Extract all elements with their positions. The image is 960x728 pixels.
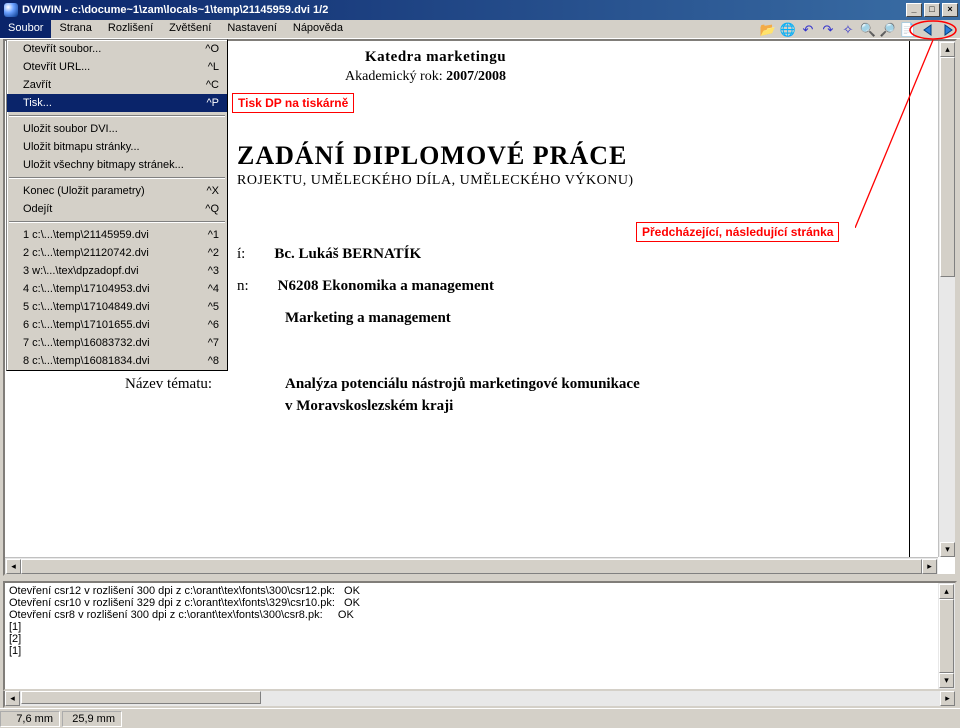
scroll-thumb[interactable] bbox=[21, 691, 261, 704]
menu-soubor[interactable]: Soubor bbox=[0, 20, 51, 38]
topic-label: Název tématu: bbox=[125, 376, 212, 393]
log-line: [1] bbox=[9, 621, 951, 633]
redo-icon[interactable]: ↷ bbox=[820, 22, 836, 38]
menu-napoveda[interactable]: Nápověda bbox=[285, 20, 351, 38]
close-button[interactable]: × bbox=[942, 3, 958, 17]
menu-rozliseni[interactable]: Rozlišení bbox=[100, 20, 161, 38]
horizontal-scrollbar[interactable]: ◂ ▸ bbox=[5, 557, 938, 574]
minimize-button[interactable]: _ bbox=[906, 3, 922, 17]
maximize-button[interactable]: □ bbox=[924, 3, 940, 17]
scroll-right-button[interactable]: ▸ bbox=[940, 691, 955, 706]
scroll-thumb[interactable] bbox=[939, 599, 954, 673]
page-edge bbox=[909, 41, 910, 574]
mi-save-all-bitmaps[interactable]: Uložit všechny bitmapy stránek... bbox=[7, 156, 227, 174]
scroll-up-button[interactable]: ▴ bbox=[939, 584, 954, 599]
mi-recent-2[interactable]: 2 c:\...\temp\21120742.dvi^2 bbox=[7, 244, 227, 262]
prev-page-icon[interactable] bbox=[920, 22, 936, 38]
topic-value-1: Analýza potenciálu nástrojů marketingové… bbox=[285, 376, 640, 393]
mi-recent-6[interactable]: 6 c:\...\temp\17101655.dvi^6 bbox=[7, 316, 227, 334]
doc-title: ZADÁNÍ DIPLOMOVÉ PRÁCE bbox=[237, 141, 627, 171]
log-scrollbar-v[interactable]: ▴ ▾ bbox=[938, 583, 955, 689]
separator bbox=[9, 221, 225, 223]
mi-save-bitmap[interactable]: Uložit bitmapu stránky... bbox=[7, 138, 227, 156]
mi-recent-7[interactable]: 7 c:\...\temp\16083732.dvi^7 bbox=[7, 334, 227, 352]
scroll-down-button[interactable]: ▾ bbox=[940, 542, 955, 557]
doc-row-2: n: N6208 Ekonomika a management bbox=[237, 278, 494, 295]
page-icon[interactable]: 📄 bbox=[900, 22, 916, 38]
window-title: DVIWIN - c:\docume~1\zam\locals~1\temp\2… bbox=[22, 4, 328, 16]
log-line: [2] bbox=[9, 633, 951, 645]
mi-open-file[interactable]: Otevřít soubor...^O bbox=[7, 40, 227, 58]
open-icon[interactable]: 📂 bbox=[760, 22, 776, 38]
status-y: 25,9 mm bbox=[62, 711, 122, 727]
file-menu-dropdown: Otevřít soubor...^O Otevřít URL...^L Zav… bbox=[6, 39, 228, 371]
toolbar: 📂 🌐 ↶ ↷ ✧ 🔍 🔎 📄 bbox=[760, 20, 956, 39]
menu-strana[interactable]: Strana bbox=[51, 20, 99, 38]
mi-close[interactable]: Zavřít^C bbox=[7, 76, 227, 94]
log-scrollbar-h[interactable]: ◂ ▸ bbox=[3, 691, 957, 708]
scroll-right-button[interactable]: ▸ bbox=[922, 559, 937, 574]
topic-value-2: v Moravskoslezském kraji bbox=[285, 398, 453, 415]
log-line: Otevření csr10 v rozlišení 329 dpi z c:\… bbox=[9, 597, 951, 609]
mi-recent-5[interactable]: 5 c:\...\temp\17104849.dvi^5 bbox=[7, 298, 227, 316]
menu-zvetseni[interactable]: Zvětšení bbox=[161, 20, 219, 38]
log-line: [1] bbox=[9, 645, 951, 657]
next-page-icon[interactable] bbox=[940, 22, 956, 38]
scroll-left-button[interactable]: ◂ bbox=[5, 691, 20, 706]
log-pane: Otevření csr12 v rozlišení 300 dpi z c:\… bbox=[3, 581, 957, 691]
mi-open-url[interactable]: Otevřít URL...^L bbox=[7, 58, 227, 76]
mi-recent-8[interactable]: 8 c:\...\temp\16081834.dvi^8 bbox=[7, 352, 227, 370]
mi-exit-save[interactable]: Konec (Uložit parametry)^X bbox=[7, 182, 227, 200]
globe-icon[interactable]: 🌐 bbox=[780, 22, 796, 38]
mi-save-dvi[interactable]: Uložit soubor DVI... bbox=[7, 120, 227, 138]
scroll-up-button[interactable]: ▴ bbox=[940, 42, 955, 57]
mi-recent-1[interactable]: 1 c:\...\temp\21145959.dvi^1 bbox=[7, 226, 227, 244]
status-x: 7,6 mm bbox=[0, 711, 60, 727]
statusbar: 7,6 mm 25,9 mm bbox=[0, 708, 960, 728]
doc-header-dept: Katedra marketingu bbox=[365, 49, 506, 66]
scroll-thumb-v[interactable] bbox=[940, 57, 955, 277]
log-line: Otevření csr8 v rozlišení 300 dpi z c:\o… bbox=[9, 609, 951, 621]
separator bbox=[9, 177, 225, 179]
vertical-scrollbar[interactable]: ▴ ▾ bbox=[938, 41, 955, 557]
annotation-nav: Předcházející, následující stránka bbox=[636, 222, 839, 242]
annotation-print: Tisk DP na tiskárně bbox=[232, 93, 354, 113]
scroll-down-button[interactable]: ▾ bbox=[939, 673, 954, 688]
scroll-left-button[interactable]: ◂ bbox=[6, 559, 21, 574]
undo-icon[interactable]: ↶ bbox=[800, 22, 816, 38]
separator bbox=[9, 115, 225, 117]
zoom-in-icon[interactable]: 🔎 bbox=[880, 22, 896, 38]
zoom-out-icon[interactable]: 🔍 bbox=[860, 22, 876, 38]
doc-row-3: Marketing a management bbox=[285, 310, 451, 327]
menu-nastaveni[interactable]: Nastavení bbox=[219, 20, 285, 38]
doc-header-year: Akademický rok: 2007/2008 bbox=[345, 69, 506, 85]
doc-subtitle: ROJEKTU, UMĚLECKÉHO DÍLA, UMĚLECKÉHO VÝK… bbox=[237, 173, 634, 189]
mi-exit[interactable]: Odejít^Q bbox=[7, 200, 227, 218]
app-icon bbox=[4, 3, 18, 17]
mi-recent-3[interactable]: 3 w:\...\tex\dpzadopf.dvi^3 bbox=[7, 262, 227, 280]
titlebar: DVIWIN - c:\docume~1\zam\locals~1\temp\2… bbox=[0, 0, 960, 20]
log-line: Otevření csr12 v rozlišení 300 dpi z c:\… bbox=[9, 585, 951, 597]
scroll-thumb-h[interactable] bbox=[21, 559, 922, 574]
fit-icon[interactable]: ✧ bbox=[840, 22, 856, 38]
mi-recent-4[interactable]: 4 c:\...\temp\17104953.dvi^4 bbox=[7, 280, 227, 298]
mi-print[interactable]: Tisk...^P bbox=[7, 94, 227, 112]
doc-row-1: í: Bc. Lukáš BERNATÍK bbox=[237, 246, 421, 263]
